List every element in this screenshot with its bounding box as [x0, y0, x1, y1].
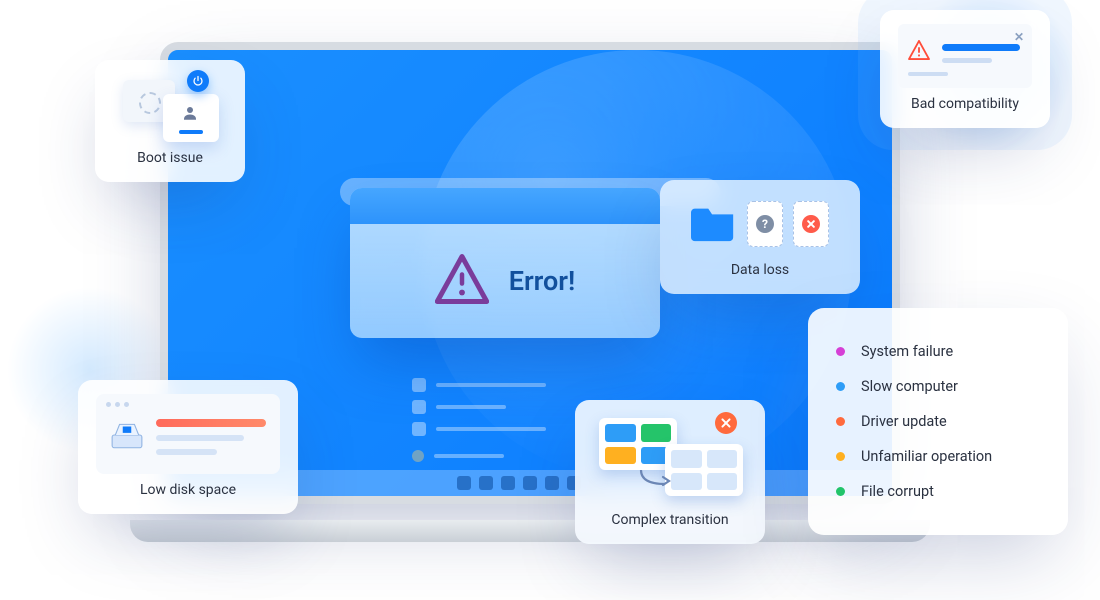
transition-illustration [593, 414, 747, 504]
corrupt-file-icon [793, 201, 829, 247]
error-badge-icon [715, 412, 737, 434]
data-loss-illustration: ? [678, 194, 842, 254]
legend-dot [836, 417, 845, 426]
card-boot-issue: Boot issue [95, 60, 245, 182]
power-icon [187, 70, 209, 92]
legend-label: System failure [861, 343, 953, 360]
boot-issue-illustration [113, 74, 227, 142]
dialog-titlebar [350, 188, 660, 224]
close-icon: ✕ [1014, 30, 1024, 44]
transfer-arrow-icon [639, 466, 675, 492]
legend-item: Driver update [836, 404, 1040, 439]
legend-dot [836, 347, 845, 356]
legend-item: Unfamiliar operation [836, 439, 1040, 474]
legend-item: System failure [836, 334, 1040, 369]
folder-icon [691, 202, 737, 246]
legend-label: Driver update [861, 413, 947, 430]
legend-label: Slow computer [861, 378, 958, 395]
issues-legend: System failure Slow computer Driver upda… [808, 308, 1068, 535]
drive-icon [110, 412, 144, 456]
error-text: Error! [509, 265, 576, 297]
low-disk-illustration [96, 394, 280, 474]
warning-triangle-icon [908, 40, 930, 64]
compatibility-illustration: ✕ [898, 24, 1032, 88]
warning-triangle-icon [435, 252, 489, 310]
card-label: Bad compatibility [898, 96, 1032, 112]
card-bad-compatibility: ✕ Bad compatibility [880, 10, 1050, 128]
legend-label: File corrupt [861, 483, 934, 500]
legend-dot [836, 487, 845, 496]
error-dialog: Error! [350, 188, 660, 338]
unknown-file-icon: ? [747, 201, 783, 247]
login-window-icon [163, 94, 219, 142]
card-low-disk-space: Low disk space [78, 380, 298, 514]
legend-item: Slow computer [836, 369, 1040, 404]
legend-dot [836, 382, 845, 391]
legend-label: Unfamiliar operation [861, 448, 992, 465]
card-label: Complex transition [593, 512, 747, 528]
card-label: Boot issue [113, 150, 227, 166]
legend-item: File corrupt [836, 474, 1040, 509]
disk-usage-bar [156, 419, 266, 427]
target-pc-icon [665, 444, 743, 496]
card-label: Low disk space [96, 482, 280, 498]
card-complex-transition: Complex transition [575, 400, 765, 544]
card-data-loss: ? Data loss [660, 180, 860, 294]
legend-dot [836, 452, 845, 461]
card-label: Data loss [678, 262, 842, 278]
user-icon [181, 104, 199, 122]
